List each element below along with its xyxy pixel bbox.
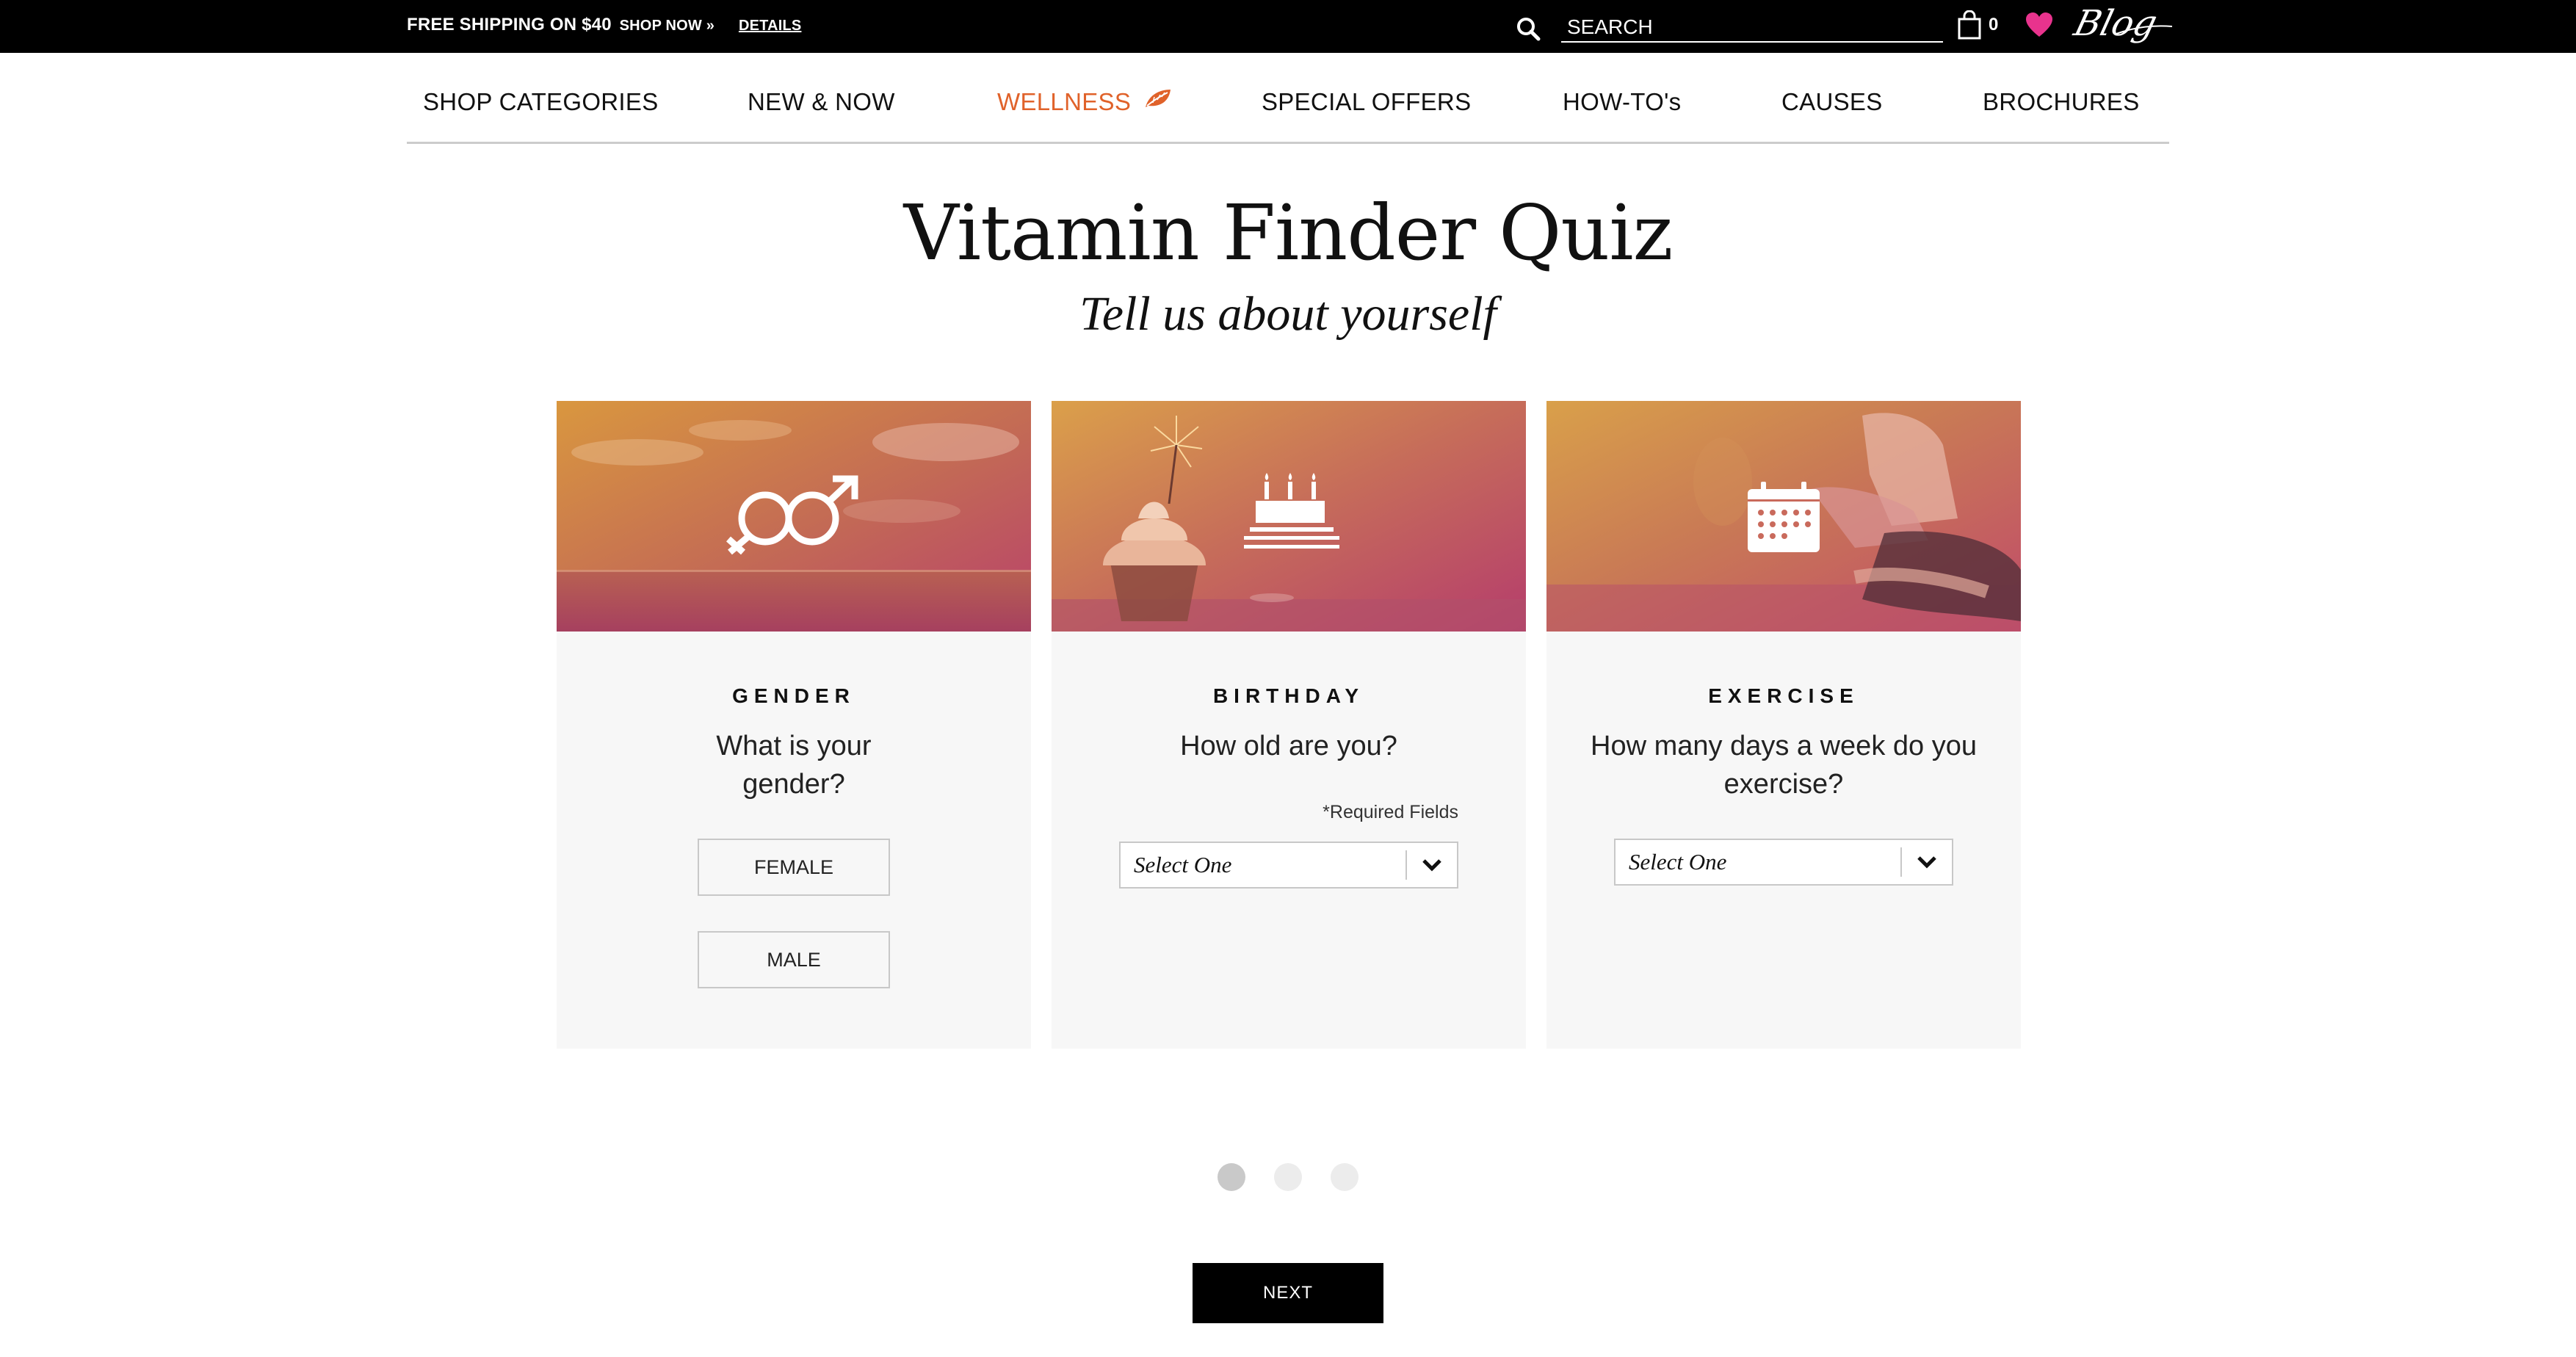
pagination-dot-2[interactable]: [1274, 1163, 1302, 1191]
nav-wellness-label: WELLNESS: [997, 88, 1132, 115]
exercise-label: EXERCISE: [1708, 684, 1859, 707]
promo-text: FREE SHIPPING ON $40: [407, 15, 612, 35]
shopping-bag-icon[interactable]: [1956, 10, 1983, 40]
nav-special-offers[interactable]: SPECIAL OFFERS: [1262, 88, 1471, 116]
main-nav: SHOP CATEGORIES NEW & NOW WELLNESS SPECI…: [407, 53, 2169, 144]
nav-shop-categories[interactable]: SHOP CATEGORIES: [423, 88, 659, 116]
search-icon[interactable]: [1516, 16, 1541, 41]
calendar-icon: [1748, 482, 1820, 552]
chevron-down-icon[interactable]: [1902, 839, 1952, 886]
heart-icon[interactable]: [2025, 12, 2053, 38]
gender-question: What is your gender?: [716, 731, 872, 800]
gender-symbols-icon: [726, 475, 858, 555]
leaf-icon: [1145, 90, 1171, 107]
birthday-question: How old are you?: [1180, 731, 1397, 761]
birthday-cake-icon: [1244, 473, 1339, 549]
cart-count: 0: [1989, 15, 1999, 35]
promo-bar: FREE SHIPPING ON $40 SHOP NOW » DETAILS …: [0, 0, 2576, 53]
pagination-dot-3[interactable]: [1331, 1163, 1358, 1191]
pagination-dot-1[interactable]: [1218, 1163, 1245, 1191]
shipping-promo: FREE SHIPPING ON $40 SHOP NOW » DETAILS: [407, 15, 801, 35]
exercise-card: EXERCISE How many days a week do you exe…: [1546, 401, 2021, 1049]
nav-causes[interactable]: CAUSES: [1781, 88, 1883, 116]
chevron-down-icon[interactable]: [1407, 842, 1457, 889]
nav-brochures[interactable]: BROCHURES: [1983, 88, 2140, 116]
page-title: Vitamin Finder Quiz: [903, 188, 1674, 278]
search-input[interactable]: [1561, 13, 1943, 43]
exercise-select-value: Select One: [1629, 849, 1727, 875]
birthday-card: BIRTHDAY How old are you? *Required Fiel…: [1052, 401, 1526, 1049]
gender-card: GENDER What is your gender? FEMALE MALE: [557, 401, 1031, 1049]
age-select[interactable]: Select One: [1119, 842, 1458, 889]
nav-new-and-now[interactable]: NEW & NOW: [748, 88, 895, 116]
nav-wellness[interactable]: WELLNESS: [997, 88, 1172, 116]
page-subtitle: Tell us about yourself: [1079, 287, 1497, 341]
blog-swoosh-icon: [2116, 25, 2173, 35]
exercise-question: How many days a week do you exercise?: [1591, 731, 1977, 800]
female-button[interactable]: FEMALE: [698, 839, 890, 896]
male-button[interactable]: MALE: [698, 931, 890, 988]
details-link[interactable]: DETAILS: [739, 18, 801, 34]
next-button[interactable]: NEXT: [1193, 1263, 1383, 1323]
gender-label: GENDER: [732, 684, 855, 707]
age-select-value: Select One: [1134, 852, 1232, 877]
birthday-label: BIRTHDAY: [1212, 684, 1365, 707]
shop-now-link[interactable]: SHOP NOW »: [620, 18, 714, 34]
nav-how-tos[interactable]: HOW-TO's: [1563, 88, 1681, 116]
required-fields-note: *Required Fields: [1323, 802, 1458, 822]
exercise-select[interactable]: Select One: [1614, 839, 1953, 886]
